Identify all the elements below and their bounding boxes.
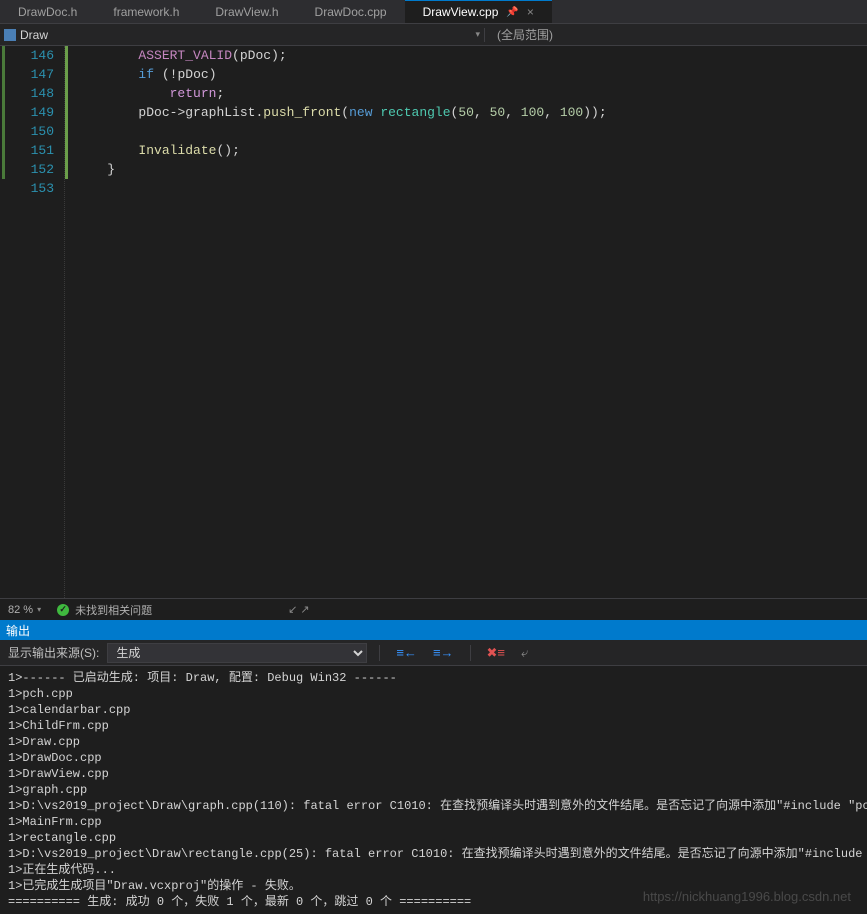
change-gutter (0, 46, 8, 598)
indent-guide (64, 46, 72, 598)
code-editor[interactable]: 146147148149150151152153 ASSERT_VALID(pD… (0, 46, 867, 598)
tab-framework-h[interactable]: framework.h (95, 0, 197, 23)
close-icon[interactable]: × (527, 5, 534, 19)
line-numbers: 146147148149150151152153 (8, 46, 64, 598)
chevron-down-icon: ▾ (475, 29, 480, 40)
tab-drawview-h[interactable]: DrawView.h (197, 0, 296, 23)
pin-icon[interactable]: 📌 (506, 7, 518, 18)
tab-drawview-cpp[interactable]: DrawView.cpp 📌 × (405, 0, 552, 23)
code-line[interactable]: pDoc->graphList.push_front(new rectangle… (76, 103, 867, 122)
separator (470, 645, 471, 661)
code-line[interactable]: return; (76, 84, 867, 103)
file-tabs: DrawDoc.h framework.h DrawView.h DrawDoc… (0, 0, 867, 24)
watermark: https://nickhuang1996.blog.csdn.net (643, 889, 851, 904)
status-bar: 82 % ▾ ✓ 未找到相关问题 ↙ ↗ (0, 598, 867, 620)
tab-drawdoc-h[interactable]: DrawDoc.h (0, 0, 95, 23)
check-icon: ✓ (57, 604, 69, 616)
chevron-down-icon: ▾ (37, 605, 41, 614)
output-source-select[interactable]: 生成 (107, 643, 367, 663)
goto-next-icon[interactable]: ≡→ (429, 643, 458, 662)
status-arrows[interactable]: ↙ ↗ (288, 603, 310, 616)
zoom-control[interactable]: 82 % ▾ (8, 604, 41, 616)
word-wrap-icon[interactable]: ⤶ (517, 643, 532, 663)
navigation-bar: Draw ▾ (全局范围) (0, 24, 867, 46)
code-line[interactable]: ASSERT_VALID(pDoc); (76, 46, 867, 65)
code-line[interactable]: if (!pDoc) (76, 65, 867, 84)
goto-prev-icon[interactable]: ≡← (392, 643, 421, 662)
code-line[interactable] (76, 122, 867, 141)
output-body[interactable]: 1>------ 已启动生成: 项目: Draw, 配置: Debug Win3… (0, 666, 867, 914)
output-toolbar: 显示输出来源(S): 生成 ≡← ≡→ ✖≡ ⤶ (0, 640, 867, 666)
code-line[interactable]: Invalidate(); (76, 141, 867, 160)
tab-drawdoc-cpp[interactable]: DrawDoc.cpp (297, 0, 405, 23)
code-body[interactable]: ASSERT_VALID(pDoc); if (!pDoc) return; p… (72, 46, 867, 598)
code-line[interactable] (76, 179, 867, 198)
context-label: Draw (20, 28, 48, 42)
context-dropdown[interactable]: Draw ▾ (0, 28, 485, 42)
project-icon (4, 29, 16, 41)
output-panel-header[interactable]: 输出 (0, 620, 867, 640)
clear-all-icon[interactable]: ✖≡ (483, 643, 509, 663)
separator (379, 645, 380, 661)
code-line[interactable]: } (76, 160, 867, 179)
output-source-label: 显示输出来源(S): (8, 644, 99, 661)
issues-status[interactable]: ✓ 未找到相关问题 (57, 602, 152, 618)
scope-dropdown[interactable]: (全局范围) (485, 26, 565, 43)
